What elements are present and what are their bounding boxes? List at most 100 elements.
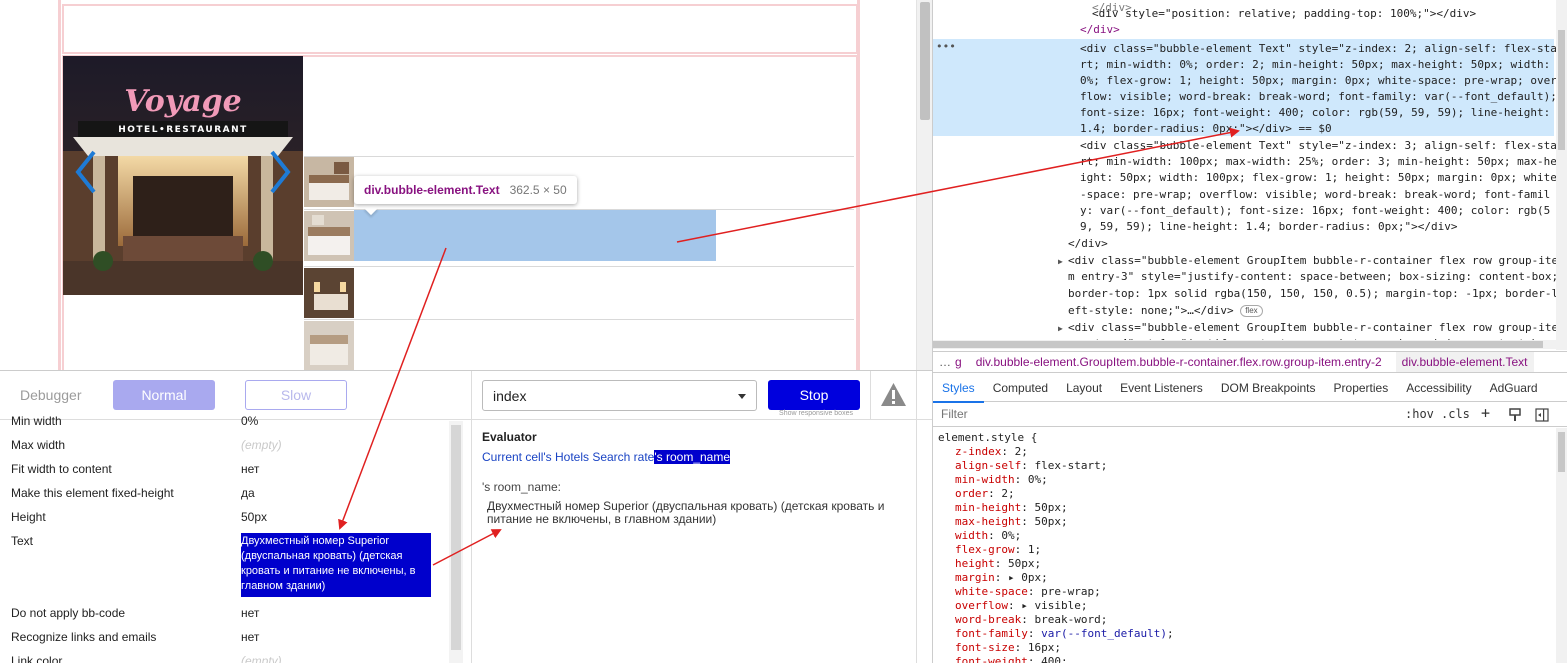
show-responsive-boxes-link[interactable]: Show responsive boxes bbox=[770, 410, 862, 417]
dom-line[interactable]: <div class="bubble-element Text" style="… bbox=[1080, 138, 1557, 154]
class-toggle[interactable]: .cls bbox=[1441, 407, 1470, 421]
dom-line[interactable]: </div> bbox=[1080, 22, 1120, 38]
style-prop-align-self[interactable]: align-self: flex-start; bbox=[955, 459, 1107, 472]
style-prop-name[interactable]: margin bbox=[955, 571, 995, 584]
style-prop-value[interactable]: 0% bbox=[1001, 529, 1014, 542]
style-prop-value[interactable]: ▸ visible bbox=[1021, 599, 1081, 612]
style-prop-name[interactable]: align-self bbox=[955, 459, 1021, 472]
property-editor-scrollbar[interactable] bbox=[449, 421, 463, 663]
style-prop-value[interactable]: flex-start bbox=[1034, 459, 1100, 472]
tab-event-listeners[interactable]: Event Listeners bbox=[1111, 374, 1212, 402]
prop-value-max-width[interactable]: (empty) bbox=[241, 438, 282, 452]
dom-line[interactable]: 9, 59, 59); line-height: 1.4; border-rad… bbox=[1080, 219, 1458, 235]
slow-mode-button[interactable]: Slow bbox=[245, 380, 347, 410]
prop-value-no-bbcode[interactable]: нет bbox=[241, 606, 259, 620]
style-prop-name[interactable]: z-index bbox=[955, 445, 1001, 458]
dom-tree-scrollbar[interactable] bbox=[1556, 0, 1567, 350]
evaluator-expression-prefix[interactable]: Current cell's Hotels Search rate bbox=[482, 450, 654, 464]
style-prop-name[interactable]: order bbox=[955, 487, 988, 500]
prop-value-min-width[interactable]: 0% bbox=[241, 414, 258, 428]
tab-layout[interactable]: Layout bbox=[1057, 374, 1111, 402]
dom-line-selected[interactable]: 1.4; border-radius: 0px;"></div> == $0 bbox=[1080, 121, 1332, 137]
dom-line-selected[interactable]: flow: visible; word-break: break-word; f… bbox=[1080, 89, 1557, 105]
style-prop-value[interactable]: 50px bbox=[1008, 557, 1035, 570]
breadcrumb-item[interactable]: div.bubble-element.GroupItem.bubble-r-co… bbox=[976, 355, 1382, 369]
style-prop-font-family[interactable]: font-family: var(--font_default); bbox=[955, 627, 1174, 640]
breadcrumb-more-icon[interactable]: … bbox=[939, 355, 951, 369]
style-prop-name[interactable]: width bbox=[955, 529, 988, 542]
flex-badge[interactable]: flex bbox=[1240, 305, 1263, 317]
room-thumbnail[interactable] bbox=[304, 211, 354, 261]
style-prop-name[interactable]: max-height bbox=[955, 515, 1021, 528]
style-prop-min-height[interactable]: min-height: 50px; bbox=[955, 501, 1068, 514]
style-prop-margin[interactable]: margin: ▸ 0px; bbox=[955, 571, 1048, 584]
dom-line-selected[interactable]: rt; min-width: 0%; order: 2; min-height:… bbox=[1080, 57, 1550, 73]
style-prop-name[interactable]: font-size bbox=[955, 641, 1015, 654]
style-prop-name[interactable]: min-width bbox=[955, 473, 1015, 486]
style-prop-name[interactable]: flex-grow bbox=[955, 543, 1015, 556]
prop-value-height[interactable]: 50px bbox=[241, 510, 267, 524]
stop-button[interactable]: Stop bbox=[768, 380, 860, 410]
style-prop-flex-grow[interactable]: flex-grow: 1; bbox=[955, 543, 1041, 556]
dom-tree-hscrollbar[interactable] bbox=[933, 340, 1556, 349]
dom-line[interactable]: border-top: 1px solid rgba(150, 150, 150… bbox=[1068, 286, 1558, 302]
dom-line[interactable]: m entry-3" style="justify-content: space… bbox=[1068, 269, 1558, 285]
prop-value-fixed-height[interactable]: да bbox=[241, 486, 255, 500]
prop-value-link-color[interactable]: (empty) bbox=[241, 654, 282, 663]
evaluator-expression[interactable]: Current cell's Hotels Search rate's room… bbox=[482, 450, 731, 464]
dom-line[interactable]: <div style="position: relative; padding-… bbox=[1092, 6, 1476, 22]
evaluator-expression-selected[interactable]: 's room_name bbox=[654, 450, 731, 464]
dom-line[interactable]: rt; min-width: 100px; max-width: 25%; or… bbox=[1080, 154, 1557, 170]
room-thumbnail[interactable] bbox=[304, 321, 354, 370]
style-prop-font-size[interactable]: font-size: 16px; bbox=[955, 641, 1061, 654]
dom-line-selected[interactable]: 0%; flex-grow: 1; height: 50px; margin: … bbox=[1080, 73, 1557, 89]
style-prop-overflow[interactable]: overflow: ▸ visible; bbox=[955, 599, 1087, 612]
dom-line[interactable]: y: var(--font_default); font-size: 16px;… bbox=[1080, 203, 1550, 219]
normal-mode-button[interactable]: Normal bbox=[113, 380, 215, 410]
breadcrumb-item[interactable]: g bbox=[955, 355, 962, 369]
page-scrollbar[interactable] bbox=[916, 0, 932, 370]
style-prop-value[interactable]: 16px bbox=[1028, 641, 1055, 654]
dom-line[interactable]: <div class="bubble-element GroupItem bub… bbox=[1068, 320, 1558, 336]
style-prop-name[interactable]: word-break bbox=[955, 613, 1021, 626]
tab-accessibility[interactable]: Accessibility bbox=[1397, 374, 1480, 402]
style-prop-value[interactable]: 0% bbox=[1028, 473, 1041, 486]
style-prop-value[interactable]: ▸ 0px bbox=[1008, 571, 1041, 584]
dom-line-selected[interactable]: font-size: 16px; font-weight: 400; color… bbox=[1080, 105, 1550, 121]
room-thumbnail[interactable] bbox=[304, 268, 354, 318]
style-prop-value[interactable]: 50px bbox=[1034, 501, 1061, 514]
tab-adguard[interactable]: AdGuard bbox=[1481, 374, 1547, 402]
style-prop-name[interactable]: min-height bbox=[955, 501, 1021, 514]
dom-line-selected[interactable]: <div class="bubble-element Text" style="… bbox=[1080, 41, 1557, 57]
prop-value-text[interactable]: Двухместный номер Superior (двуспальная … bbox=[241, 533, 431, 597]
dom-expand-icon[interactable]: ▶ bbox=[1058, 253, 1063, 270]
tab-dom-breakpoints[interactable]: DOM Breakpoints bbox=[1212, 374, 1325, 402]
dom-line[interactable]: ight: 50px; width: 100px; flex-grow: 1; … bbox=[1080, 170, 1557, 186]
page-select-dropdown[interactable]: index bbox=[482, 380, 757, 411]
style-prop-z-index[interactable]: z-index: 2; bbox=[955, 445, 1028, 458]
style-prop-value[interactable]: var(--font_default) bbox=[1041, 627, 1167, 640]
style-prop-value[interactable]: break-word bbox=[1034, 613, 1100, 626]
dom-line[interactable]: <div class="bubble-element GroupItem bub… bbox=[1068, 253, 1558, 269]
dom-line[interactable]: </div> bbox=[1068, 236, 1108, 252]
styles-filter-input[interactable] bbox=[941, 407, 1241, 421]
style-prop-min-width[interactable]: min-width: 0%; bbox=[955, 473, 1048, 486]
style-prop-white-space[interactable]: white-space: pre-wrap; bbox=[955, 585, 1101, 598]
hotel-photo[interactable]: Voyage HOTEL•RESTAURANT bbox=[63, 56, 303, 295]
tab-computed[interactable]: Computed bbox=[984, 374, 1057, 402]
hover-state-toggle[interactable]: :hov bbox=[1405, 407, 1434, 421]
paint-icon[interactable] bbox=[1508, 408, 1522, 422]
dom-expand-icon[interactable]: ▶ bbox=[1058, 320, 1063, 337]
prop-value-fit-width[interactable]: нет bbox=[241, 462, 259, 476]
tab-properties[interactable]: Properties bbox=[1325, 374, 1398, 402]
style-prop-order[interactable]: order: 2; bbox=[955, 487, 1015, 500]
sidebar-toggle-icon[interactable] bbox=[1535, 408, 1549, 422]
node-actions-icon[interactable]: ••• bbox=[936, 40, 956, 53]
style-prop-name[interactable]: white-space bbox=[955, 585, 1028, 598]
breadcrumb-item-active[interactable]: div.bubble-element.Text bbox=[1395, 352, 1534, 372]
style-prop-name[interactable]: font-weight bbox=[955, 655, 1028, 663]
style-prop-word-break[interactable]: word-break: break-word; bbox=[955, 613, 1107, 626]
dom-line[interactable]: eft-style: none;">…</div> flex bbox=[1068, 303, 1263, 319]
carousel-next-icon[interactable] bbox=[268, 150, 292, 194]
style-prop-value[interactable]: 50px bbox=[1034, 515, 1061, 528]
